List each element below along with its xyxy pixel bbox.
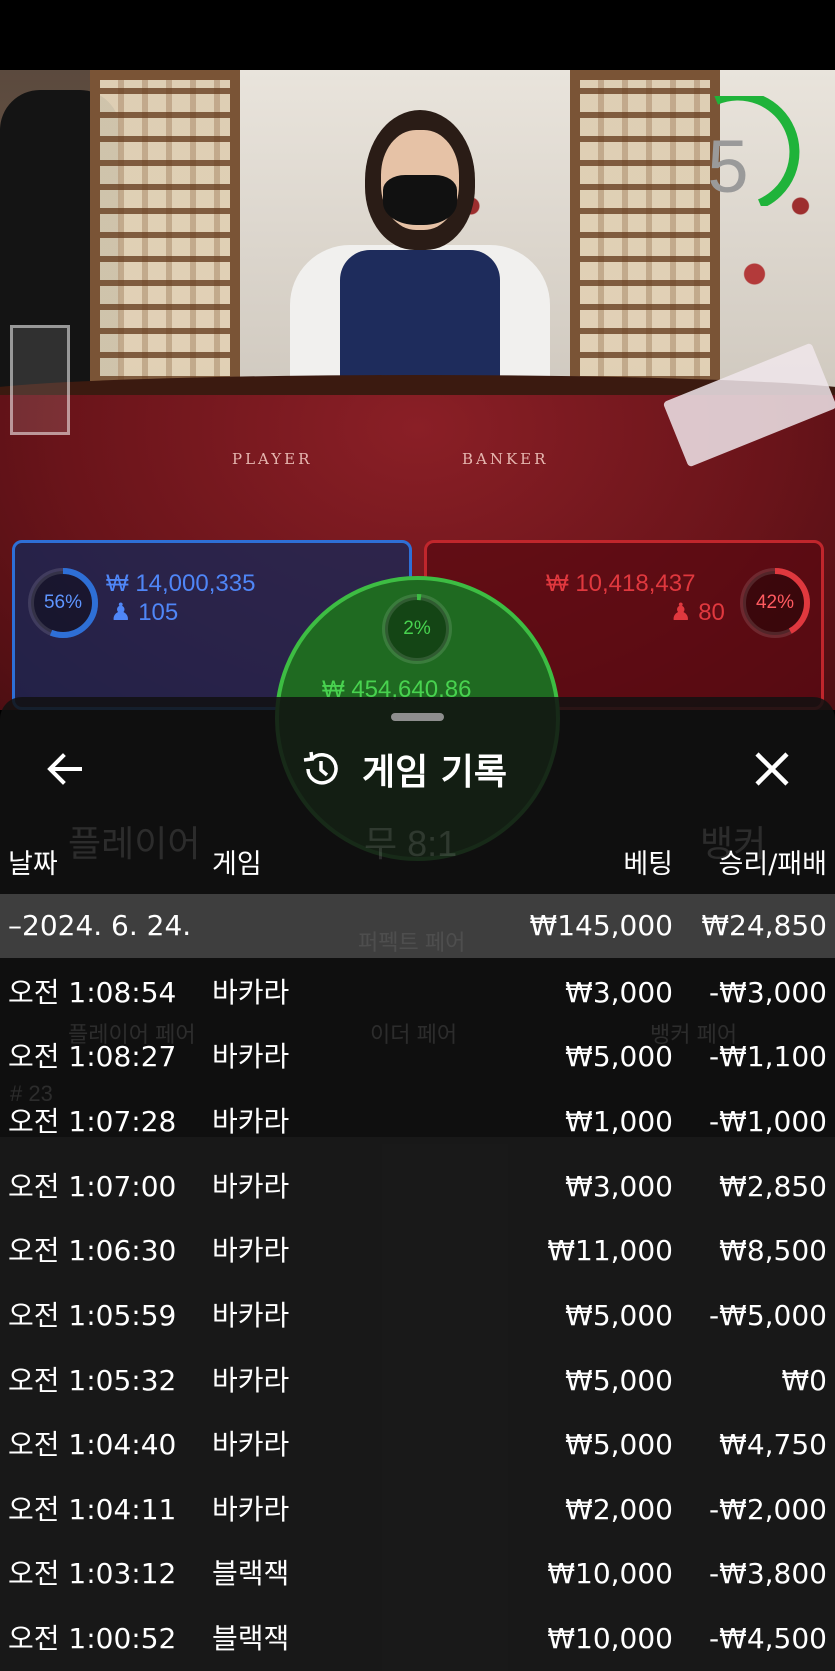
column-header-date: 날짜	[8, 849, 58, 880]
row-time: 오전 1:00:52	[8, 1622, 177, 1655]
row-win-loss: ₩8,500	[719, 1234, 827, 1267]
felt-banker-label: BANKER	[462, 450, 549, 468]
row-win-loss: ₩2,850	[719, 1170, 827, 1203]
close-icon	[755, 752, 789, 786]
row-time: 오전 1:08:27	[8, 1040, 177, 1073]
dealer-mask	[383, 175, 457, 225]
row-win-loss: ₩4,750	[719, 1428, 827, 1461]
sheet-title-text: 게임 기록	[362, 752, 508, 793]
row-game: 바카라	[212, 1493, 290, 1526]
history-row[interactable]: 오전 1:03:12 블랙잭 ₩10,000 -₩3,800	[0, 1542, 835, 1606]
row-time: 오전 1:04:11	[8, 1493, 177, 1526]
lattice-screen-left	[90, 70, 240, 410]
ghost-tie-label: 무 8:1	[364, 823, 458, 864]
row-game: 바카라	[212, 1299, 290, 1332]
countdown-number: 5	[707, 125, 749, 208]
history-row[interactable]: 오전 1:08:54 바카라 ₩3,000 -₩3,000	[0, 961, 835, 1025]
row-game: 바카라	[212, 976, 290, 1009]
felt-player-label: PLAYER	[232, 450, 313, 468]
row-bet: ₩2,000	[565, 1493, 673, 1526]
row-time: 오전 1:03:12	[8, 1557, 177, 1590]
history-row[interactable]: 오전 1:05:59 바카라 ₩5,000 -₩5,000	[0, 1284, 835, 1348]
user-icon: ♟	[670, 599, 692, 626]
history-row[interactable]: 오전 1:04:11 바카라 ₩2,000 -₩2,000	[0, 1478, 835, 1542]
row-bet: ₩10,000	[547, 1557, 673, 1590]
game-history-sheet: 플레이어 무 8:1 뱅커 퍼펙트 페어 플레이어 페어 이더 페어 뱅커 페어…	[0, 697, 835, 1671]
tie-percent: 2%	[403, 618, 431, 639]
history-clock-icon	[303, 751, 338, 785]
row-win-loss: ₩0	[781, 1364, 828, 1397]
sheet-drag-handle[interactable]	[391, 713, 444, 721]
row-win-loss: -₩5,000	[709, 1299, 827, 1332]
row-game: 바카라	[212, 1105, 290, 1138]
row-bet: ₩3,000	[565, 976, 673, 1009]
row-time: 오전 1:06:30	[8, 1234, 177, 1267]
row-win-loss: -₩3,800	[709, 1557, 827, 1590]
row-bet: ₩11,000	[547, 1234, 673, 1267]
row-game: 블랙잭	[212, 1557, 290, 1590]
status-bar	[0, 0, 835, 70]
player-count: 105	[138, 599, 179, 626]
row-win-loss: -₩3,000	[709, 976, 827, 1009]
row-bet: ₩1,000	[565, 1105, 673, 1138]
date-group-bet-total: ₩145,000	[529, 909, 673, 942]
row-win-loss: -₩1,000	[709, 1105, 827, 1138]
row-time: 오전 1:07:00	[8, 1170, 177, 1203]
row-time: 오전 1:05:59	[8, 1299, 177, 1332]
discard-tray	[10, 325, 70, 435]
arrow-left-icon	[47, 753, 82, 785]
banker-percent: 42%	[755, 592, 795, 613]
ghost-player-label: 플레이어	[68, 823, 201, 864]
column-header-win-loss: 승리/패배	[718, 849, 827, 880]
row-game: 바카라	[212, 1040, 290, 1073]
user-icon: ♟	[110, 599, 132, 626]
row-bet: ₩3,000	[565, 1170, 673, 1203]
history-row[interactable]: 오전 1:07:28 바카라 ₩1,000 -₩1,000	[0, 1090, 835, 1154]
row-time: 오전 1:05:32	[8, 1364, 177, 1397]
history-row[interactable]: 오전 1:06:30 바카라 ₩11,000 ₩8,500	[0, 1219, 835, 1283]
row-bet: ₩5,000	[565, 1040, 673, 1073]
row-game: 블랙잭	[212, 1622, 290, 1655]
row-time: 오전 1:07:28	[8, 1105, 177, 1138]
row-time: 오전 1:04:40	[8, 1428, 177, 1461]
column-header-bet: 베팅	[623, 849, 673, 880]
row-win-loss: -₩1,100	[709, 1040, 827, 1073]
row-time: 오전 1:08:54	[8, 976, 177, 1009]
banker-count-row: ♟ 80	[670, 598, 725, 627]
history-row[interactable]: 오전 1:08:27 바카라 ₩5,000 -₩1,100	[0, 1025, 835, 1089]
row-game: 바카라	[212, 1428, 290, 1461]
row-game: 바카라	[212, 1234, 290, 1267]
banker-count: 80	[698, 599, 725, 626]
column-header-game: 게임	[212, 849, 262, 880]
history-row[interactable]: 오전 1:05:32 바카라 ₩5,000 ₩0	[0, 1349, 835, 1413]
date-group-win-total: ₩24,850	[701, 909, 827, 942]
row-bet: ₩5,000	[565, 1299, 673, 1332]
player-count-row: ♟ 105	[110, 598, 178, 627]
history-row[interactable]: 오전 1:07:00 바카라 ₩3,000 ₩2,850	[0, 1155, 835, 1219]
row-game: 바카라	[212, 1170, 290, 1203]
row-bet: ₩10,000	[547, 1622, 673, 1655]
back-button[interactable]	[38, 743, 90, 795]
banker-total-amount: ₩ 10,418,437	[546, 570, 696, 597]
row-game: 바카라	[212, 1364, 290, 1397]
sheet-title: 게임 기록	[300, 743, 507, 795]
close-button[interactable]	[746, 743, 798, 795]
history-row[interactable]: 오전 1:04:40 바카라 ₩5,000 ₩4,750	[0, 1413, 835, 1477]
date-group-date: –2024. 6. 24.	[8, 909, 192, 942]
player-total-amount: ₩ 14,000,335	[106, 570, 256, 597]
row-win-loss: -₩4,500	[709, 1622, 827, 1655]
row-bet: ₩5,000	[565, 1428, 673, 1461]
row-bet: ₩5,000	[565, 1364, 673, 1397]
row-win-loss: -₩2,000	[709, 1493, 827, 1526]
date-group-row[interactable]: –2024. 6. 24. ₩145,000 ₩24,850	[0, 894, 835, 958]
history-row[interactable]: 오전 1:00:52 블랙잭 ₩10,000 -₩4,500	[0, 1607, 835, 1671]
player-percent: 56%	[43, 592, 83, 613]
